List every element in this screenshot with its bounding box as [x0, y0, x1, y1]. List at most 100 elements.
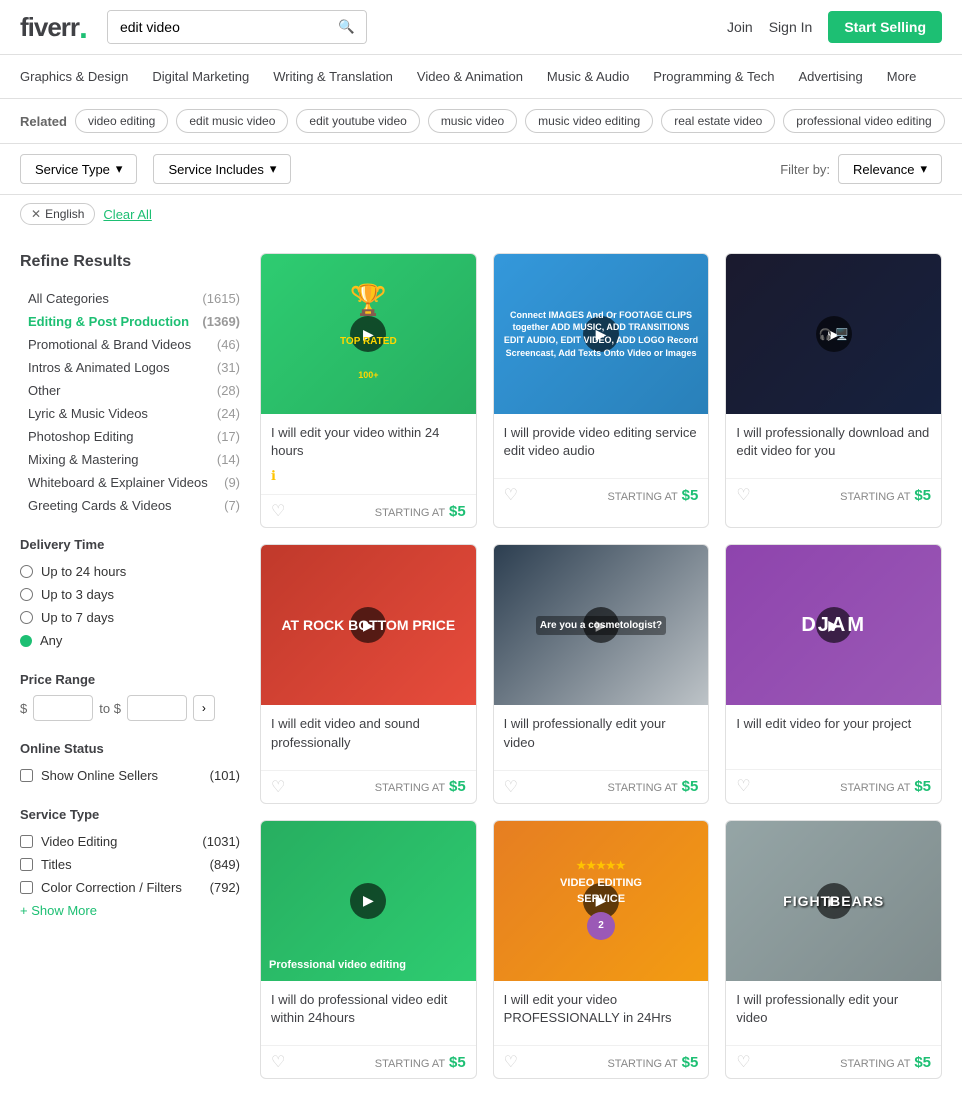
card-6-heart-icon[interactable]: ♡ [736, 776, 750, 796]
card-5[interactable]: ▶ Are you a cosmetologist? I will profes… [493, 544, 710, 803]
card-7-heart-icon[interactable]: ♡ [271, 1052, 285, 1072]
card-1-heart-icon[interactable]: ♡ [271, 501, 285, 521]
nav-music[interactable]: Music & Audio [547, 55, 629, 98]
card-2-price-block: STARTING AT $5 [607, 487, 698, 504]
video-editing-count: (1031) [202, 834, 240, 849]
online-sellers-checkbox[interactable] [20, 769, 33, 782]
card-6-body: I will edit video for your project [726, 705, 941, 769]
category-intros-count: (31) [217, 360, 240, 375]
header-nav: Join Sign In Start Selling [727, 11, 942, 43]
all-categories-item[interactable]: All Categories (1615) [20, 287, 240, 310]
category-photoshop[interactable]: Photoshop Editing (17) [20, 425, 240, 448]
card-9-price-block: STARTING AT $5 [840, 1054, 931, 1071]
card-3-starting-at: STARTING AT [840, 491, 910, 503]
category-editing-post[interactable]: Editing & Post Production (1369) [20, 310, 240, 333]
card-8-starting-at: STARTING AT [607, 1058, 677, 1070]
delivery-any[interactable]: Any [20, 629, 240, 652]
card-7-play-icon[interactable]: ▶ [350, 883, 386, 919]
card-8[interactable]: ▶ ★★★★★ VIDEO EDITING SERVICE 2 I will e… [493, 820, 710, 1079]
tag-real-estate-video[interactable]: real estate video [661, 109, 775, 133]
category-promotional[interactable]: Promotional & Brand Videos (46) [20, 333, 240, 356]
card-3-heart-icon[interactable]: ♡ [736, 485, 750, 505]
delivery-3days[interactable]: Up to 3 days [20, 583, 240, 606]
delivery-7days[interactable]: Up to 7 days [20, 606, 240, 629]
card-2-heart-icon[interactable]: ♡ [504, 485, 518, 505]
color-correction-checkbox[interactable] [20, 881, 33, 894]
delivery-any-dot [20, 635, 32, 647]
color-correction-count: (792) [210, 880, 240, 895]
card-2-footer: ♡ STARTING AT $5 [494, 478, 709, 511]
remove-english-filter[interactable]: ✕ [31, 207, 41, 221]
search-input[interactable] [108, 11, 328, 43]
nav-graphics[interactable]: Graphics & Design [20, 55, 128, 98]
titles-checkbox[interactable] [20, 858, 33, 871]
card-5-heart-icon[interactable]: ♡ [504, 777, 518, 797]
nav-writing[interactable]: Writing & Translation [273, 55, 393, 98]
price-from-input[interactable] [33, 695, 93, 721]
category-greeting[interactable]: Greeting Cards & Videos (7) [20, 494, 240, 517]
tag-music-video-editing[interactable]: music video editing [525, 109, 653, 133]
nav-advertising[interactable]: Advertising [798, 55, 862, 98]
category-other[interactable]: Other (28) [20, 379, 240, 402]
card-4[interactable]: ▶ AT ROCK BOTTOM PRICE I will edit video… [260, 544, 477, 803]
delivery-7days-radio[interactable] [20, 611, 33, 624]
show-more-button[interactable]: + Show More [20, 903, 240, 918]
card-1-title: I will edit your video within 24 hours [271, 424, 466, 460]
card-2[interactable]: ▶ Connect IMAGES And Or FOOTAGE CLIPS to… [493, 253, 710, 528]
card-1-image: ▶ 🏆TOP RATED100+ [261, 254, 476, 414]
delivery-24h-label: Up to 24 hours [41, 564, 126, 579]
video-editing-checkbox[interactable] [20, 835, 33, 848]
card-3-footer: ♡ STARTING AT $5 [726, 478, 941, 511]
color-correction-label: Color Correction / Filters [41, 880, 182, 895]
service-includes-filter-button[interactable]: Service Includes ▾ [153, 154, 291, 184]
start-selling-button[interactable]: Start Selling [828, 11, 942, 43]
nav-video[interactable]: Video & Animation [417, 55, 523, 98]
card-7[interactable]: ▶ Professional video editing I will do p… [260, 820, 477, 1079]
price-to-input[interactable] [127, 695, 187, 721]
card-2-overlay: Connect IMAGES And Or FOOTAGE CLIPS toge… [494, 254, 709, 414]
nav-more[interactable]: More [887, 55, 917, 98]
card-4-image: ▶ AT ROCK BOTTOM PRICE [261, 545, 476, 705]
delivery-3days-radio[interactable] [20, 588, 33, 601]
card-8-overlay: ★★★★★ VIDEO EDITING SERVICE 2 [494, 821, 709, 981]
card-9-heart-icon[interactable]: ♡ [736, 1052, 750, 1072]
category-other-count: (28) [217, 383, 240, 398]
card-6[interactable]: ▶ DJAM I will edit video for your projec… [725, 544, 942, 803]
clear-all-button[interactable]: Clear All [103, 207, 151, 222]
tag-video-editing[interactable]: video editing [75, 109, 168, 133]
category-mixing-count: (14) [217, 452, 240, 467]
tag-edit-youtube-video[interactable]: edit youtube video [296, 109, 419, 133]
delivery-24h-radio[interactable] [20, 565, 33, 578]
sign-in-link[interactable]: Sign In [769, 19, 813, 35]
card-7-price: $5 [449, 1054, 466, 1071]
tag-professional-video-editing[interactable]: professional video editing [783, 109, 944, 133]
card-9[interactable]: ▶ FIGHTBEARS I will professionally edit … [725, 820, 942, 1079]
logo[interactable]: fiverr. [20, 12, 87, 43]
category-mixing[interactable]: Mixing & Mastering (14) [20, 448, 240, 471]
delivery-24h[interactable]: Up to 24 hours [20, 560, 240, 583]
category-lyric[interactable]: Lyric & Music Videos (24) [20, 402, 240, 425]
tag-music-video[interactable]: music video [428, 109, 517, 133]
online-sellers-item: Show Online Sellers (101) [20, 764, 240, 787]
filter-right: Filter by: Relevance ▾ [780, 154, 942, 184]
category-intros[interactable]: Intros & Animated Logos (31) [20, 356, 240, 379]
card-1[interactable]: ▶ 🏆TOP RATED100+ I will edit your video … [260, 253, 477, 528]
search-button[interactable]: 🔍 [328, 11, 365, 43]
card-3[interactable]: ▶ 🎧 🖥️ I will professionally download an… [725, 253, 942, 528]
price-go-button[interactable]: › [193, 695, 215, 721]
price-from-symbol: $ [20, 701, 27, 716]
card-4-heart-icon[interactable]: ♡ [271, 777, 285, 797]
tag-edit-music-video[interactable]: edit music video [176, 109, 288, 133]
nav-digital-marketing[interactable]: Digital Marketing [152, 55, 249, 98]
category-promotional-count: (46) [217, 337, 240, 352]
nav-programming[interactable]: Programming & Tech [653, 55, 774, 98]
relevance-button[interactable]: Relevance ▾ [838, 154, 942, 184]
grid-row-1: ▶ 🏆TOP RATED100+ I will edit your video … [260, 253, 942, 528]
card-1-footer: ♡ STARTING AT $5 [261, 494, 476, 527]
card-8-heart-icon[interactable]: ♡ [504, 1052, 518, 1072]
delivery-any-label: Any [40, 633, 62, 648]
service-type-filter-button[interactable]: Service Type ▾ [20, 154, 137, 184]
join-link[interactable]: Join [727, 19, 753, 35]
category-whiteboard[interactable]: Whiteboard & Explainer Videos (9) [20, 471, 240, 494]
card-4-overlay: AT ROCK BOTTOM PRICE [261, 545, 476, 705]
